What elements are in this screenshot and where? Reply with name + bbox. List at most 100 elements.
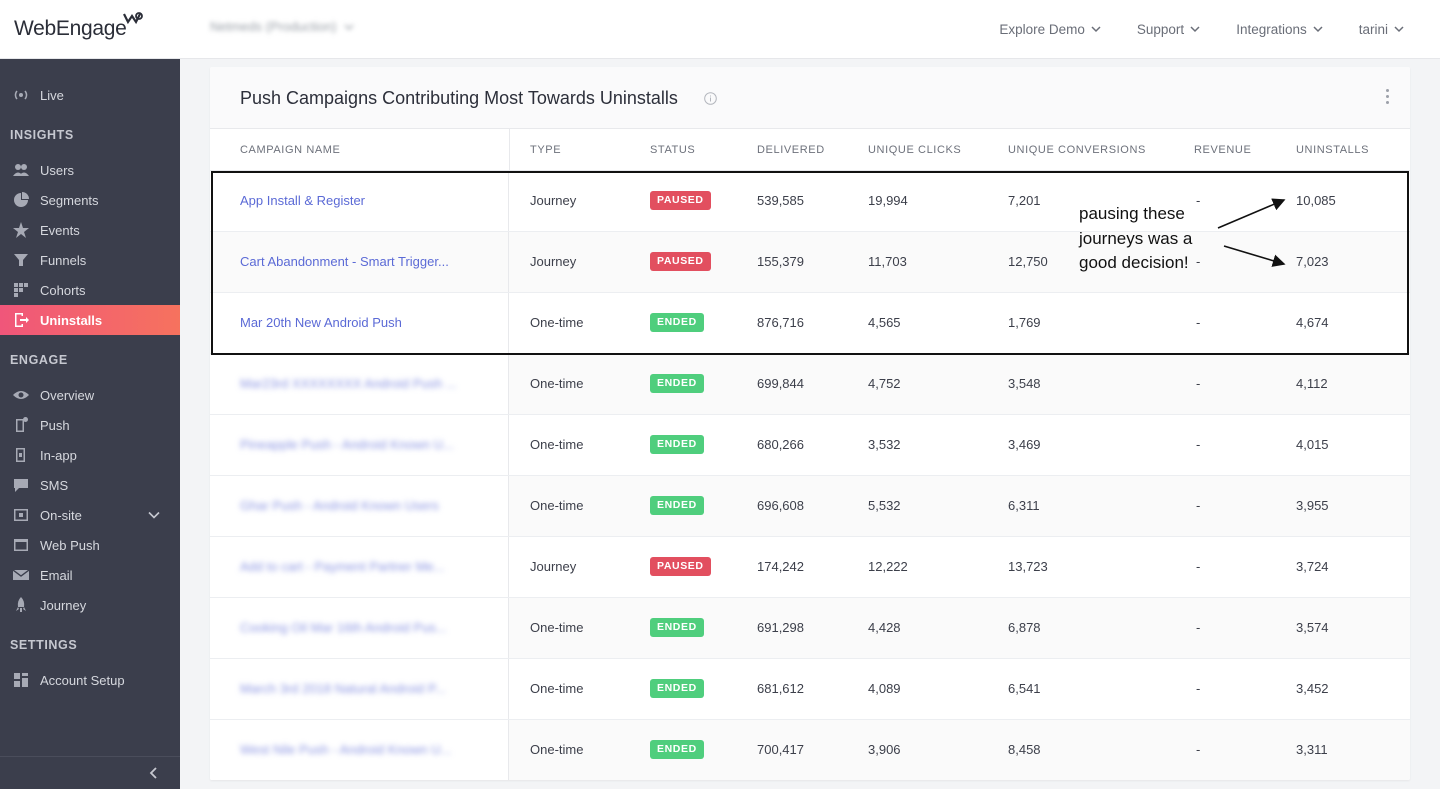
chevron-down-icon[interactable] [148,509,160,521]
support-menu[interactable]: Support [1137,22,1200,37]
status-badge: PAUSED [650,191,711,210]
cell-uninstalls: 10,085 [1296,193,1336,208]
col-unique-conversions[interactable]: UNIQUE CONVERSIONS [1008,144,1146,156]
more-options-icon[interactable] [1386,89,1390,105]
status-badge: ENDED [650,496,704,515]
cell-unique-conversions: 3,548 [1008,376,1041,391]
table-row: Mar 20th New Android Push One-time 876,716… [210,293,1410,354]
cell-type: Journey [530,193,577,208]
cell-type: Journey [530,559,577,574]
cell-unique-clicks: 3,906 [868,742,901,757]
campaign-link[interactable]: Add to cart - Payment Partner Me... [240,559,444,574]
support-label: Support [1136,21,1185,37]
user-menu[interactable]: tarini [1359,22,1404,37]
collapse-sidebar-icon[interactable] [148,767,160,779]
cell-delivered: 680,266 [757,437,804,452]
sidebar-item-live[interactable]: Live [0,80,180,110]
cell-uninstalls: 3,452 [1296,681,1329,696]
col-unique-clicks[interactable]: UNIQUE CLICKS [868,144,961,156]
sidebar-item-events[interactable]: Events [0,215,180,245]
on-site-icon [12,506,30,524]
cell-uninstalls: 3,311 [1296,742,1328,757]
sidebar-item-label: Push [40,417,70,433]
sidebar-item-on-site[interactable]: On-site [0,500,180,530]
sidebar-item-label: Journey [40,597,87,613]
campaign-link[interactable]: Ghar Push - Android Known Users [240,498,439,513]
uninstalls-campaigns-card: Push Campaigns Contributing Most Towards… [210,67,1410,780]
table-header: CAMPAIGN NAME TYPE STATUS DELIVERED UNIQ… [210,129,1410,171]
col-delivered[interactable]: DELIVERED [757,144,825,156]
col-status[interactable]: STATUS [650,144,695,156]
sidebar-item-cohorts[interactable]: Cohorts [0,275,180,305]
col-uninstalls[interactable]: UNINSTALLS [1296,144,1369,156]
campaign-link[interactable]: West Nile Push - Android Known U... [240,742,451,757]
cell-revenue: - [1196,254,1201,269]
cell-campaign-name: West Nile Push - Android Known U... [210,720,509,780]
status-badge: PAUSED [650,557,711,576]
cell-uninstalls: 3,574 [1296,620,1329,635]
logo-text: WebEngage [14,17,127,40]
sidebar-item-funnels[interactable]: Funnels [0,245,180,275]
campaign-link[interactable]: Mar23rd XXXXXXXX Android Push ... [240,376,457,391]
cell-revenue: - [1196,376,1201,391]
cell-unique-clicks: 19,994 [868,193,908,208]
campaign-link[interactable]: March 3rd 2018 Natural Android P... [240,681,446,696]
cell-unique-clicks: 3,532 [868,437,901,452]
info-icon[interactable] [704,92,717,105]
cell-unique-conversions: 6,311 [1008,498,1040,513]
cell-type: One-time [530,315,584,330]
sidebar-item-segments[interactable]: Segments [0,185,180,215]
sidebar-item-in-app[interactable]: In-app [0,440,180,470]
sidebar-item-overview[interactable]: Overview [0,380,180,410]
col-campaign-name[interactable]: CAMPAIGN NAME [240,144,341,156]
top-bar: WebEngage Netmeds (Production) Explore D… [0,0,1440,59]
cell-revenue: - [1196,315,1201,330]
cell-type: One-time [530,620,584,635]
funnel-icon [12,251,30,269]
sidebar-item-sms[interactable]: SMS [0,470,180,500]
cell-unique-conversions: 8,458 [1008,742,1041,757]
cell-uninstalls: 4,674 [1296,315,1329,330]
sidebar-item-journey[interactable]: Journey [0,590,180,620]
cell-revenue: - [1196,498,1201,513]
status-badge: ENDED [650,679,704,698]
sidebar-item-label: Segments [40,192,99,208]
sidebar-collapse-bar [0,756,180,789]
card-title: Push Campaigns Contributing Most Towards… [240,88,678,108]
cell-delivered: 691,298 [757,620,804,635]
campaign-link[interactable]: Pineapple Push - Android Known U... [240,437,454,452]
cell-delivered: 696,608 [757,498,804,513]
browser-icon [12,536,30,554]
sidebar-item-uninstalls[interactable]: Uninstalls [0,305,180,335]
campaign-link[interactable]: Mar 20th New Android Push [240,315,402,330]
star-icon [12,221,30,239]
insights-heading: INSIGHTS [10,128,74,142]
integrations-menu[interactable]: Integrations [1236,22,1323,37]
pie-chart-icon [12,191,30,209]
broadcast-icon [12,86,30,104]
cell-unique-conversions: 12,750 [1008,254,1048,269]
campaign-link[interactable]: Cart Abandonment - Smart Trigger... [240,254,449,269]
sidebar-item-users[interactable]: Users [0,155,180,185]
col-type[interactable]: TYPE [530,144,561,156]
col-revenue[interactable]: REVENUE [1194,144,1251,156]
explore-demo-menu[interactable]: Explore Demo [999,22,1101,37]
project-selector[interactable]: Netmeds (Production) [210,19,354,34]
campaign-link[interactable]: App Install & Register [240,193,365,208]
in-app-icon [12,446,30,464]
sidebar-item-push[interactable]: Push [0,410,180,440]
sidebar-item-label: Users [40,162,74,178]
user-name: tarini [1358,21,1388,37]
project-name: Netmeds (Production) [210,19,337,34]
campaign-link[interactable]: Cooking Oil Mar 16th Android Pus... [240,620,447,635]
table-row: App Install & Register Journey 539,585 19,9… [210,171,1410,232]
sidebar-item-label: SMS [40,477,69,493]
sidebar-item-email[interactable]: Email [0,560,180,590]
sidebar-item-web-push[interactable]: Web Push [0,530,180,560]
cell-campaign-name: Cooking Oil Mar 16th Android Pus... [210,598,509,658]
sidebar-item-account-setup[interactable]: Account Setup [0,665,180,695]
chevron-down-icon [1394,26,1404,33]
webengage-logo[interactable]: WebEngage [14,12,143,44]
cell-type: One-time [530,437,584,452]
cell-unique-clicks: 4,089 [868,681,901,696]
